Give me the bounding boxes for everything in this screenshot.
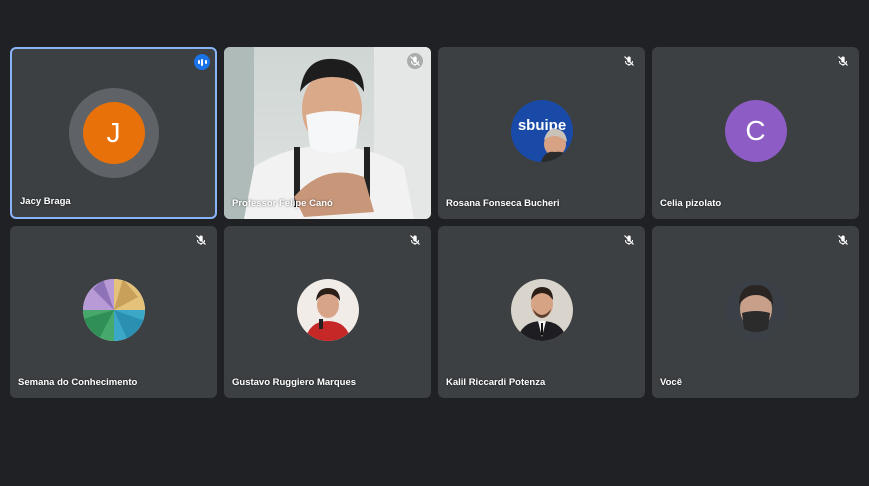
participant-tile-voce[interactable]: Você bbox=[652, 226, 859, 398]
avatar bbox=[296, 279, 359, 341]
participant-video bbox=[224, 47, 431, 219]
participant-tile-celia-pizolato[interactable]: C Celia pizolato bbox=[652, 47, 859, 219]
microphone-off-icon bbox=[838, 56, 848, 66]
avatar: sbuipe bbox=[510, 100, 573, 162]
participant-tile-gustavo-ruggiero-marques[interactable]: Gustavo Ruggiero Marques bbox=[224, 226, 431, 398]
microphone-off-icon bbox=[838, 235, 848, 245]
participant-name: Rosana Fonseca Bucheri bbox=[446, 198, 560, 209]
participant-grid: J Jacy Braga Professor Felipe Canó sbuip… bbox=[10, 47, 859, 399]
participant-name: Você bbox=[660, 377, 683, 388]
speaking-indicator-icon bbox=[194, 54, 210, 70]
avatar: J bbox=[82, 102, 145, 164]
participant-tile-felipe-cano[interactable]: Professor Felipe Canó bbox=[224, 47, 431, 219]
participant-name: Professor Felipe Canó bbox=[232, 198, 333, 209]
participant-name: Gustavo Ruggiero Marques bbox=[232, 377, 357, 388]
avatar bbox=[724, 279, 787, 341]
logo-icon bbox=[82, 279, 145, 341]
participant-tile-jacy-braga[interactable]: J Jacy Braga bbox=[10, 47, 217, 219]
participant-tile-kalil-riccardi-potenza[interactable]: Kalil Riccardi Potenza bbox=[438, 226, 645, 398]
participant-name: Jacy Braga bbox=[20, 196, 71, 207]
video-frame bbox=[224, 47, 431, 219]
microphone-off-icon bbox=[407, 53, 423, 69]
microphone-off-icon bbox=[624, 56, 634, 66]
microphone-off-icon bbox=[624, 235, 634, 245]
participant-tile-rosana-fonseca-bucheri[interactable]: sbuipe Rosana Fonseca Bucheri bbox=[438, 47, 645, 219]
avatar bbox=[82, 279, 145, 341]
participant-tile-semana-do-conhecimento[interactable]: Semana do Conhecimento bbox=[10, 226, 217, 398]
microphone-off-icon bbox=[410, 235, 420, 245]
microphone-off-icon bbox=[196, 235, 206, 245]
participant-name: Kalil Riccardi Potenza bbox=[446, 377, 546, 388]
participant-name: Semana do Conhecimento bbox=[18, 377, 138, 388]
avatar: C bbox=[724, 100, 787, 162]
participant-name: Celia pizolato bbox=[660, 198, 722, 209]
avatar bbox=[510, 279, 573, 341]
